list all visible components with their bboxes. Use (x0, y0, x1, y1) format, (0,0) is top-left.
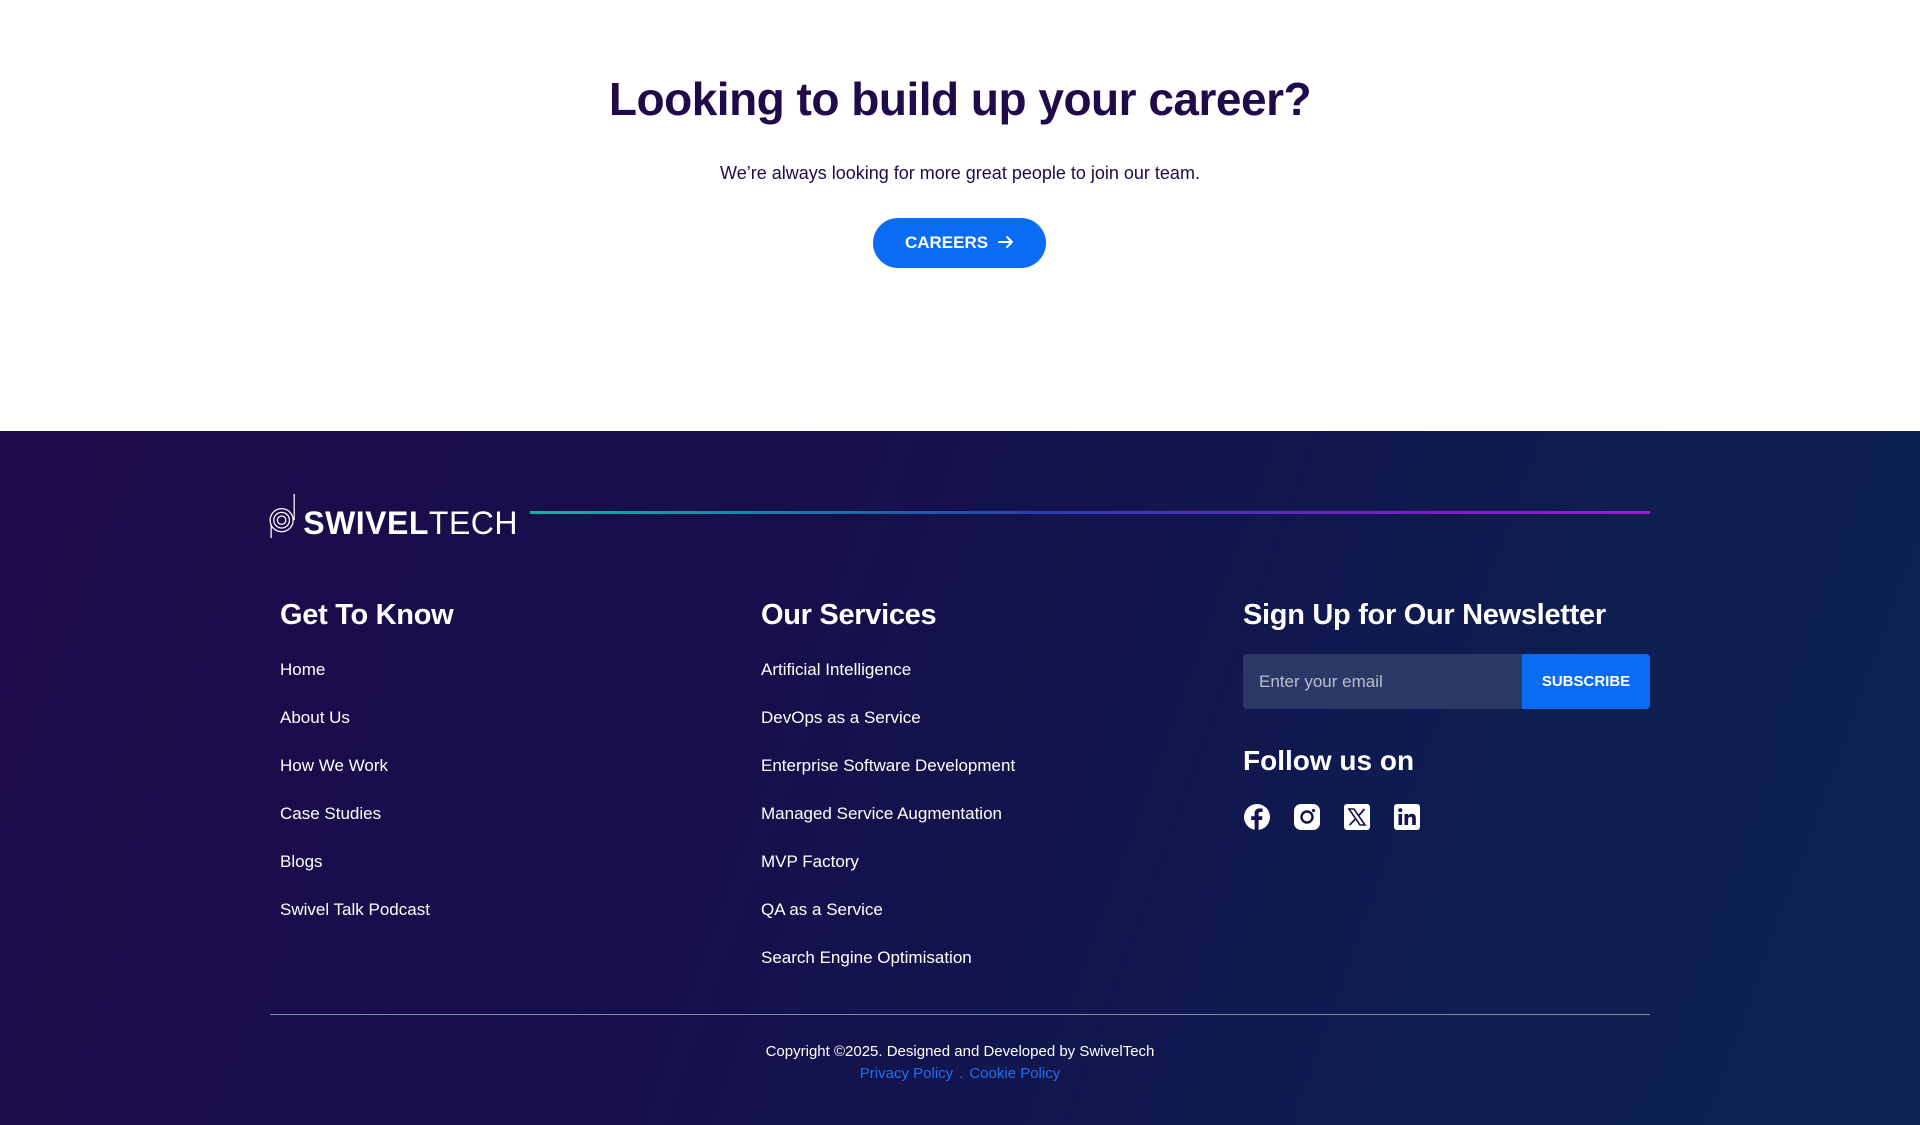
service-link-devops[interactable]: DevOps as a Service (761, 708, 921, 727)
logo-wordmark: SWIVELTECH (303, 504, 518, 541)
footer-link-case-studies[interactable]: Case Studies (280, 804, 381, 823)
service-link-ai[interactable]: Artificial Intelligence (761, 660, 911, 679)
footer-divider (270, 1014, 1650, 1015)
follow-heading: Follow us on (1243, 745, 1415, 776)
legal-separator: . (959, 1065, 964, 1082)
newsletter-heading: Sign Up for Our Newsletter (1243, 599, 1606, 631)
services-column: Our Services Artificial Intelligence Dev… (761, 599, 1015, 996)
swirl-logo-icon (269, 494, 295, 538)
careers-button[interactable]: CAREERS (873, 218, 1046, 268)
get-to-know-column: Get To Know Home About Us How We Work Ca… (280, 599, 454, 948)
arrow-right-icon (998, 234, 1014, 252)
service-link-seo[interactable]: Search Engine Optimisation (761, 948, 972, 967)
newsletter-column: Sign Up for Our Newsletter SUBSCRIBE Fol… (1243, 599, 1650, 831)
careers-subtitle: We’re always looking for more great peop… (720, 163, 1200, 183)
email-field[interactable] (1243, 654, 1522, 709)
cookie-policy-link[interactable]: Cookie Policy (969, 1065, 1060, 1082)
instagram-icon[interactable] (1293, 803, 1321, 831)
footer-link-blogs[interactable]: Blogs (280, 852, 323, 871)
careers-title: Looking to build up your career? (608, 73, 1312, 125)
services-heading: Our Services (761, 599, 937, 631)
site-footer: SWIVELTECH Get To Know Home About Us How… (0, 431, 1920, 1125)
careers-section: Looking to build up your career? We’re a… (0, 0, 1920, 431)
service-link-qa[interactable]: QA as a Service (761, 900, 883, 919)
careers-button-label: CAREERS (904, 233, 989, 252)
linkedin-icon[interactable] (1393, 803, 1421, 831)
service-link-enterprise-software[interactable]: Enterprise Software Development (761, 756, 1015, 775)
footer-link-about-us[interactable]: About Us (280, 708, 350, 727)
legal-links: Privacy Policy. Cookie Policy (0, 1065, 1920, 1082)
service-link-mvp-factory[interactable]: MVP Factory (761, 852, 859, 871)
swiveltech-logo[interactable]: SWIVELTECH (268, 471, 518, 561)
copyright-text: Copyright ©2025. Designed and Developed … (765, 1043, 1155, 1060)
service-link-managed-service[interactable]: Managed Service Augmentation (761, 804, 1002, 823)
privacy-policy-link[interactable]: Privacy Policy (860, 1065, 953, 1082)
subscribe-button[interactable]: SUBSCRIBE (1522, 654, 1650, 709)
social-links (1243, 803, 1650, 831)
get-to-know-heading: Get To Know (280, 599, 454, 631)
gradient-divider (530, 511, 1650, 514)
facebook-icon[interactable] (1243, 803, 1271, 831)
x-icon[interactable] (1343, 803, 1371, 831)
footer-link-podcast[interactable]: Swivel Talk Podcast (280, 900, 430, 919)
footer-link-how-we-work[interactable]: How We Work (280, 756, 388, 775)
footer-link-home[interactable]: Home (280, 660, 325, 679)
newsletter-form: SUBSCRIBE (1243, 654, 1650, 709)
